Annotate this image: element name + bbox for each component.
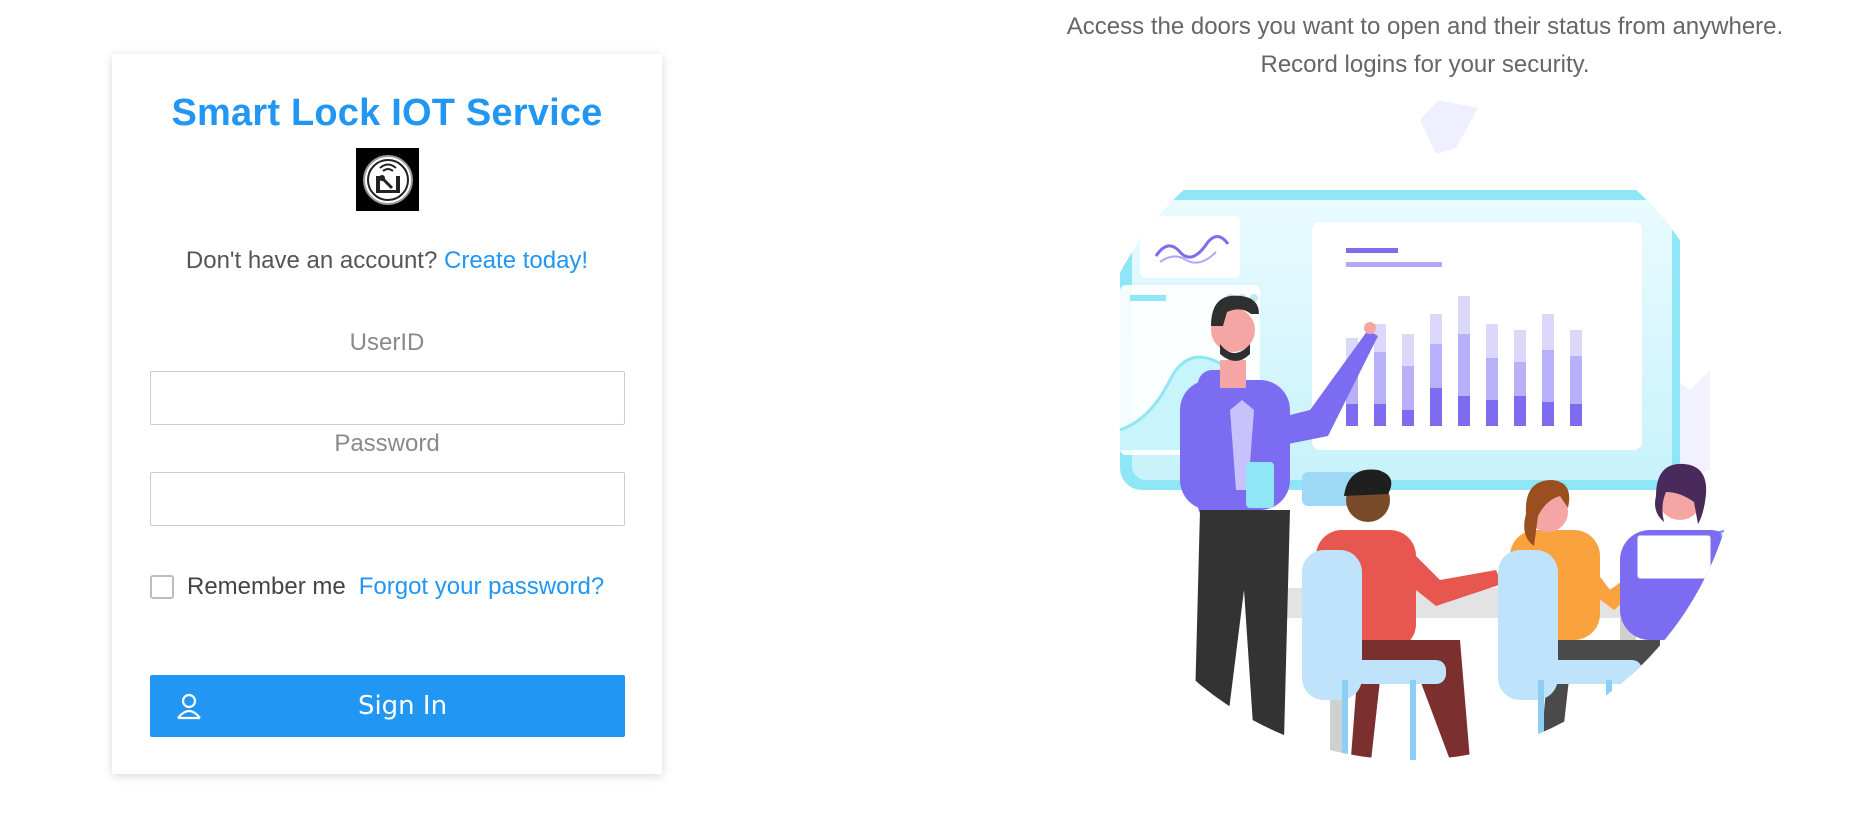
login-card: Smart Lock IOT Service Don't have an acc… <box>112 54 662 774</box>
signup-line: Don't have an account? Create today! <box>112 247 662 275</box>
forgot-password-link[interactable]: Forgot your password? <box>359 573 604 601</box>
app-title: Smart Lock IOT Service <box>171 92 603 134</box>
tagline-line-1: Access the doors you want to open and th… <box>1066 13 1784 40</box>
team-meeting-illustration <box>1080 100 1760 770</box>
remember-row: Remember me Forgot your password? <box>150 572 625 602</box>
remember-me-checkbox[interactable] <box>150 575 174 599</box>
signup-suffix: ! <box>581 247 589 274</box>
password-label: Password <box>334 430 440 457</box>
tagline-line-2: Record logins for your security. <box>1260 51 1590 78</box>
userid-input[interactable] <box>150 371 625 425</box>
create-account-link[interactable]: Create today <box>444 247 581 274</box>
sign-in-button[interactable]: Sign In <box>150 675 625 737</box>
password-input[interactable] <box>150 472 625 526</box>
smart-lock-logo-icon <box>356 148 419 211</box>
remember-me-label[interactable]: Remember me <box>187 573 346 601</box>
userid-label: UserID <box>349 329 425 356</box>
signup-prompt: Don't have an account? <box>185 247 438 274</box>
sign-in-label: Sign In <box>357 691 448 721</box>
